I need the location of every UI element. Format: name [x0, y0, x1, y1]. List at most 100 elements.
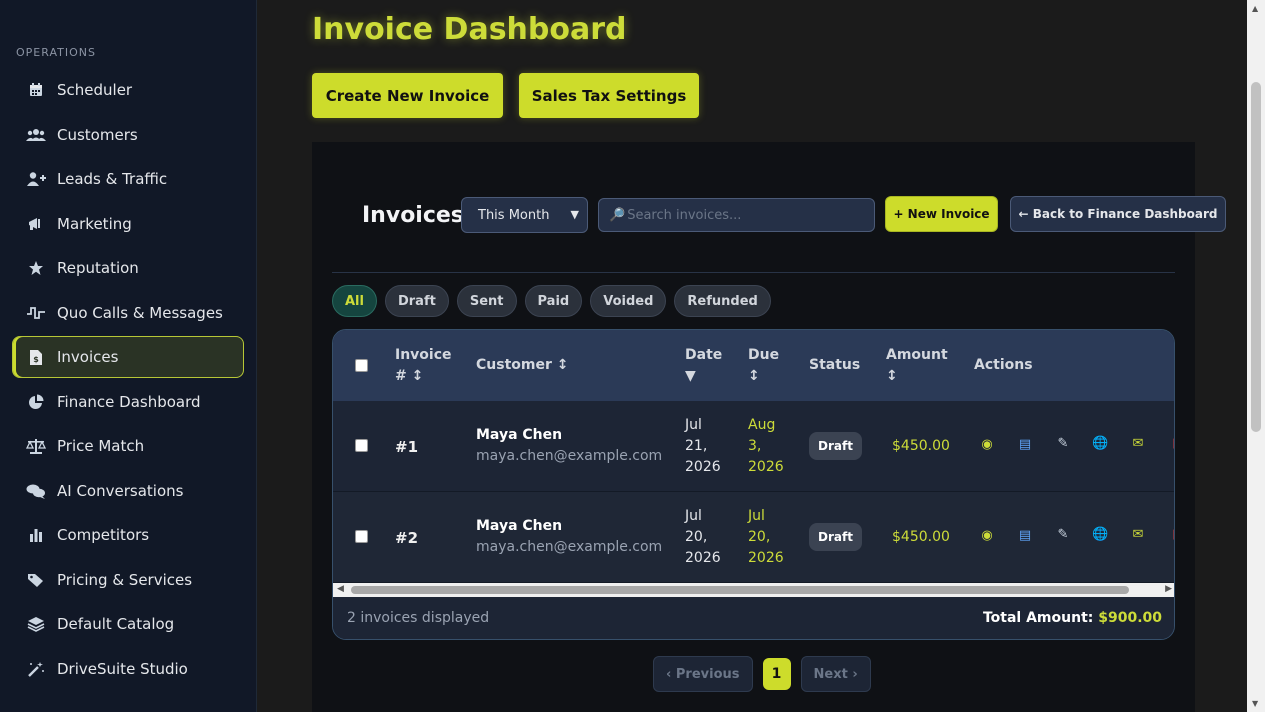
tag-icon — [26, 570, 46, 590]
customer-name: Maya Chen — [476, 518, 563, 534]
status-badge: Draft — [809, 523, 862, 551]
edit-pencil-icon[interactable]: ✎ — [1055, 527, 1071, 542]
invoice-number[interactable]: #1 — [395, 438, 418, 456]
email-icon[interactable]: ✉ — [1130, 436, 1146, 451]
invoice-date: Jul 20, 2026 — [685, 508, 721, 566]
email-icon[interactable]: ✉ — [1130, 527, 1146, 542]
total-amount-label: Total Amount: — [982, 610, 1094, 626]
chat-bubbles-icon — [26, 481, 46, 501]
invoice-count: 2 invoices displayed — [347, 610, 490, 626]
window-scroll-thumb[interactable] — [1251, 82, 1261, 432]
sidebar-item-competitors[interactable]: Competitors — [12, 514, 244, 556]
pagination: ‹ Previous 1 Next › — [653, 656, 871, 692]
period-select[interactable]: This Month ▼ — [461, 197, 588, 233]
sidebar-item-finance-dashboard[interactable]: Finance Dashboard — [12, 381, 244, 423]
magic-wand-icon — [26, 659, 46, 679]
row-checkbox[interactable] — [355, 530, 368, 543]
total-amount-value: $900.00 — [1098, 610, 1162, 626]
previous-page-button[interactable]: ‹ Previous — [653, 656, 753, 692]
star-icon — [26, 258, 46, 278]
credit-card-icon[interactable]: ▤ — [1017, 528, 1033, 543]
scroll-right-icon[interactable]: ▶ — [1165, 584, 1172, 594]
sidebar-item-label: Competitors — [57, 526, 150, 544]
current-page-button[interactable]: 1 — [762, 658, 791, 690]
chevron-down-icon: ▼ — [570, 208, 579, 221]
view-eye-icon[interactable]: ◉ — [979, 437, 995, 452]
sidebar-item-customers[interactable]: Customers — [12, 114, 244, 156]
column-header-customer[interactable]: Customer ↕ — [476, 355, 568, 376]
sales-tax-settings-button[interactable]: Sales Tax Settings — [519, 73, 699, 118]
filter-chip-sent[interactable]: Sent — [456, 285, 517, 317]
globe-icon[interactable]: 🌐 — [1092, 527, 1108, 542]
customer-email: maya.chen@example.com — [476, 539, 663, 555]
filter-chip-refunded[interactable]: Refunded — [674, 285, 771, 317]
sidebar-item-ai-conversations[interactable]: AI Conversations — [12, 470, 244, 512]
create-new-invoice-button[interactable]: Create New Invoice — [312, 73, 503, 118]
sidebar-item-reputation[interactable]: Reputation — [12, 247, 244, 289]
sidebar-item-label: Leads & Traffic — [57, 170, 168, 188]
scroll-down-icon[interactable]: ▼ — [1252, 699, 1258, 708]
filter-chip-voided[interactable]: Voided — [590, 285, 667, 317]
sidebar-item-default-catalog[interactable]: Default Catalog — [12, 603, 244, 645]
globe-icon[interactable]: 🌐 — [1092, 436, 1108, 451]
filter-chip-all[interactable]: All — [332, 285, 377, 317]
search-icon: 🔎 — [609, 207, 626, 223]
invoices-panel: Invoices This Month ▼ 🔎 Search invoices.… — [312, 142, 1226, 712]
view-eye-icon[interactable]: ◉ — [979, 528, 995, 543]
column-header-status: Status — [809, 357, 861, 373]
sidebar-item-drivesuite-studio[interactable]: DriveSuite Studio — [12, 648, 244, 690]
column-header-invoice[interactable]: Invoice # ↕ — [395, 345, 455, 387]
filter-chip-draft[interactable]: Draft — [384, 285, 449, 317]
customer-name: Maya Chen — [476, 427, 563, 443]
column-header-due[interactable]: Due ↕ — [748, 345, 784, 387]
scale-icon — [26, 436, 46, 456]
next-page-button[interactable]: Next › — [800, 656, 871, 692]
table-header: Invoice # ↕ Customer ↕ Date ▼ Due ↕ Stat… — [333, 330, 1174, 401]
table-horizontal-scrollbar[interactable]: ◀ ▶ — [333, 583, 1174, 597]
column-header-date[interactable]: Date ▼ — [685, 345, 725, 387]
sidebar-item-invoices[interactable]: $ Invoices — [12, 336, 244, 378]
sidebar-item-label: Price Match — [57, 437, 145, 455]
row-checkbox[interactable] — [355, 439, 368, 452]
delete-icon[interactable]: ▮ — [1168, 527, 1174, 542]
due-date: Aug 3, 2026 — [748, 417, 784, 475]
search-placeholder: Search invoices... — [627, 207, 742, 223]
edit-pencil-icon[interactable]: ✎ — [1055, 436, 1071, 451]
credit-card-icon[interactable]: ▤ — [1017, 437, 1033, 452]
table-row: #2 Maya Chen maya.chen@example.com Jul 20… — [333, 492, 1174, 583]
table-row: #1 Maya Chen maya.chen@example.com Jul 21… — [333, 401, 1174, 492]
select-all-checkbox[interactable] — [355, 359, 368, 372]
sidebar-item-label: Marketing — [57, 214, 132, 233]
main-content: Invoice Dashboard Create New Invoice Sal… — [257, 0, 1247, 712]
scroll-thumb[interactable] — [351, 586, 1129, 594]
scroll-up-icon[interactable]: ▲ — [1252, 4, 1258, 13]
table-footer: 2 invoices displayed Total Amount: $900.… — [333, 597, 1174, 639]
search-input[interactable]: 🔎 Search invoices... — [598, 198, 875, 232]
sidebar-nav: Scheduler Customers Leads & Traffic Mark… — [12, 69, 244, 692]
invoices-table: Invoice # ↕ Customer ↕ Date ▼ Due ↕ Stat… — [332, 329, 1175, 640]
page-title: Invoice Dashboard — [312, 12, 627, 47]
window-scrollbar[interactable]: ▲ ▼ — [1247, 0, 1265, 712]
sidebar-item-leads-traffic[interactable]: Leads & Traffic — [12, 158, 244, 200]
sidebar-item-marketing[interactable]: Marketing — [12, 203, 244, 245]
sidebar-section-label: OPERATIONS — [16, 46, 96, 59]
sidebar-item-scheduler[interactable]: Scheduler — [12, 69, 244, 111]
delete-icon[interactable]: ▮ — [1168, 436, 1174, 451]
sidebar-item-price-match[interactable]: Price Match — [12, 425, 244, 467]
status-badge: Draft — [809, 432, 862, 460]
sidebar-item-quo-calls[interactable]: Quo Calls & Messages — [12, 292, 244, 334]
sidebar-item-pricing-services[interactable]: Pricing & Services — [12, 559, 244, 601]
invoice-amount: $450.00 — [892, 529, 950, 545]
sidebar-item-label: Scheduler — [57, 81, 133, 99]
new-invoice-button[interactable]: + New Invoice — [885, 196, 998, 232]
back-to-finance-dashboard-button[interactable]: ← Back to Finance Dashboard — [1010, 196, 1226, 232]
customer-email: maya.chen@example.com — [476, 448, 663, 464]
scroll-left-icon[interactable]: ◀ — [337, 584, 344, 594]
invoice-number[interactable]: #2 — [395, 529, 418, 547]
pie-chart-icon — [26, 392, 46, 412]
users-icon — [26, 125, 46, 145]
filter-chip-paid[interactable]: Paid — [524, 285, 583, 317]
sidebar-item-label: AI Conversations — [57, 481, 184, 500]
column-header-amount[interactable]: Amount ↕ — [886, 345, 952, 387]
invoice-file-icon: $ — [26, 347, 46, 367]
